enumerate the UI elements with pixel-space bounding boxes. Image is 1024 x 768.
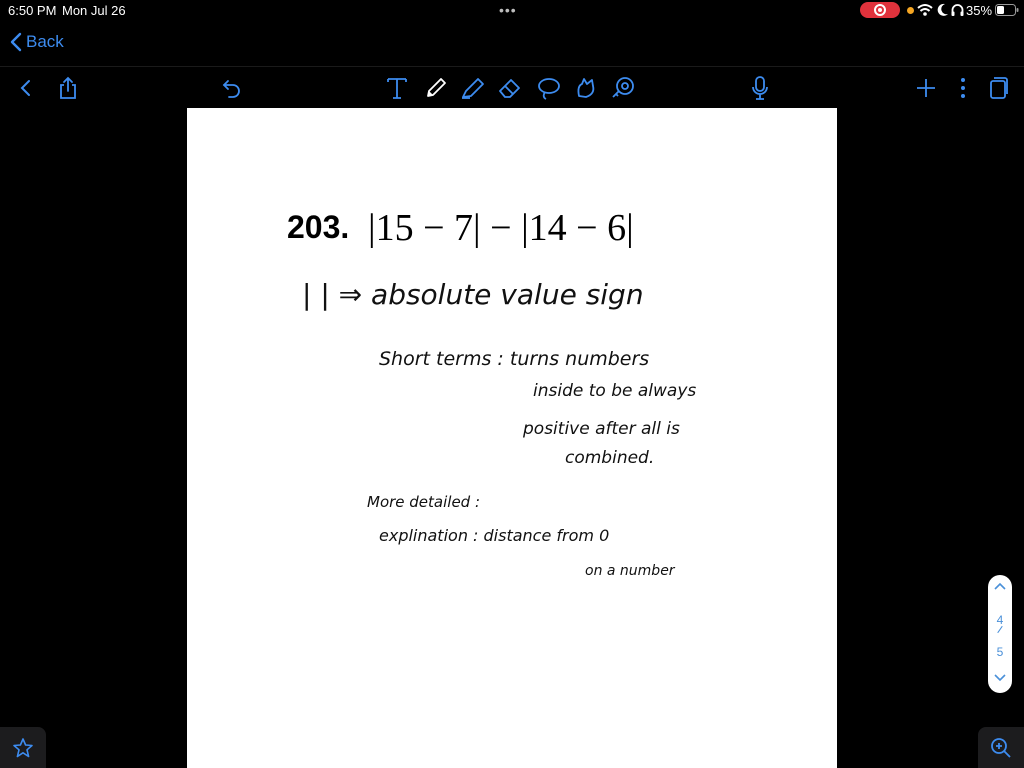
mic-in-use-indicator [907, 7, 914, 14]
chevron-left-icon [10, 32, 22, 52]
wifi-icon [917, 4, 933, 16]
total-page-count: 5 [996, 645, 1004, 659]
pen-icon [427, 78, 446, 97]
handwritten-note: combined. [565, 448, 655, 468]
undo-button[interactable] [219, 75, 245, 101]
back-button[interactable]: Back [10, 32, 64, 52]
plus-icon [917, 79, 935, 97]
problem-expression: |15 − 7| − |14 − 6| [368, 207, 634, 249]
handwritten-note: | | ⇒ absolute value sign [302, 278, 644, 311]
page-separator [997, 625, 1003, 634]
more-options-button[interactable] [950, 75, 976, 101]
handwritten-note: Short terms : turns numbers [379, 348, 650, 370]
shapes-icon [577, 78, 595, 98]
nav-bar: Back [0, 28, 200, 58]
pen-tool-button[interactable] [423, 75, 449, 101]
zoom-button[interactable] [978, 727, 1024, 768]
share-icon [60, 76, 76, 99]
pages-button[interactable] [985, 75, 1011, 101]
favorite-button[interactable] [0, 727, 46, 768]
star-icon [13, 737, 33, 757]
multitask-dots-icon[interactable]: ••• [499, 2, 517, 18]
status-time: 6:50 PM [8, 3, 57, 18]
battery-icon [995, 4, 1019, 16]
highlighter-icon [462, 78, 484, 99]
handwritten-note: More detailed : [367, 493, 481, 511]
highlighter-tool-button[interactable] [460, 75, 486, 101]
lasso-tool-button[interactable] [536, 75, 562, 101]
microphone-button[interactable] [747, 75, 773, 101]
shapes-tool-button[interactable] [573, 75, 599, 101]
status-date: Mon Jul 26 [62, 3, 126, 18]
sticker-icon [612, 77, 634, 98]
back-label: Back [26, 32, 64, 51]
page-indicator[interactable]: 4 5 [988, 575, 1012, 693]
chevron-down-icon[interactable] [993, 673, 1007, 683]
add-button[interactable] [913, 75, 939, 101]
chevron-left-icon [20, 80, 30, 96]
eraser-tool-button[interactable] [497, 75, 523, 101]
headphones-icon [951, 4, 964, 16]
share-button[interactable] [55, 75, 81, 101]
handwritten-note: explination : distance from 0 [379, 526, 610, 545]
text-tool-button[interactable] [384, 75, 410, 101]
pages-icon [990, 77, 1008, 99]
undo-icon [222, 80, 240, 98]
handwritten-note: inside to be always [533, 381, 697, 401]
more-vertical-icon [961, 78, 965, 98]
screen-recording-icon[interactable] [860, 2, 900, 18]
chevron-up-icon[interactable] [993, 581, 1007, 591]
handwritten-note: positive after all is [523, 419, 680, 439]
moon-icon [937, 3, 948, 16]
status-bar: 6:50 PM Mon Jul 26 ••• 35% [0, 0, 1024, 22]
previous-button[interactable] [12, 75, 38, 101]
annotation-toolbar [0, 66, 1024, 109]
battery-percentage: 35% [966, 3, 993, 18]
text-tool-icon [387, 78, 407, 99]
lasso-icon [538, 78, 560, 100]
current-page-number: 4 [996, 613, 1004, 627]
zoom-in-icon [991, 737, 1011, 758]
problem-number: 203. [287, 209, 350, 245]
sticker-tool-button[interactable] [610, 75, 636, 101]
handwritten-note: on a number [585, 563, 675, 579]
microphone-icon [752, 76, 768, 100]
eraser-icon [499, 79, 520, 98]
document-page[interactable]: 203. |15 − 7| − |14 − 6| | | ⇒ absolute … [187, 108, 837, 768]
